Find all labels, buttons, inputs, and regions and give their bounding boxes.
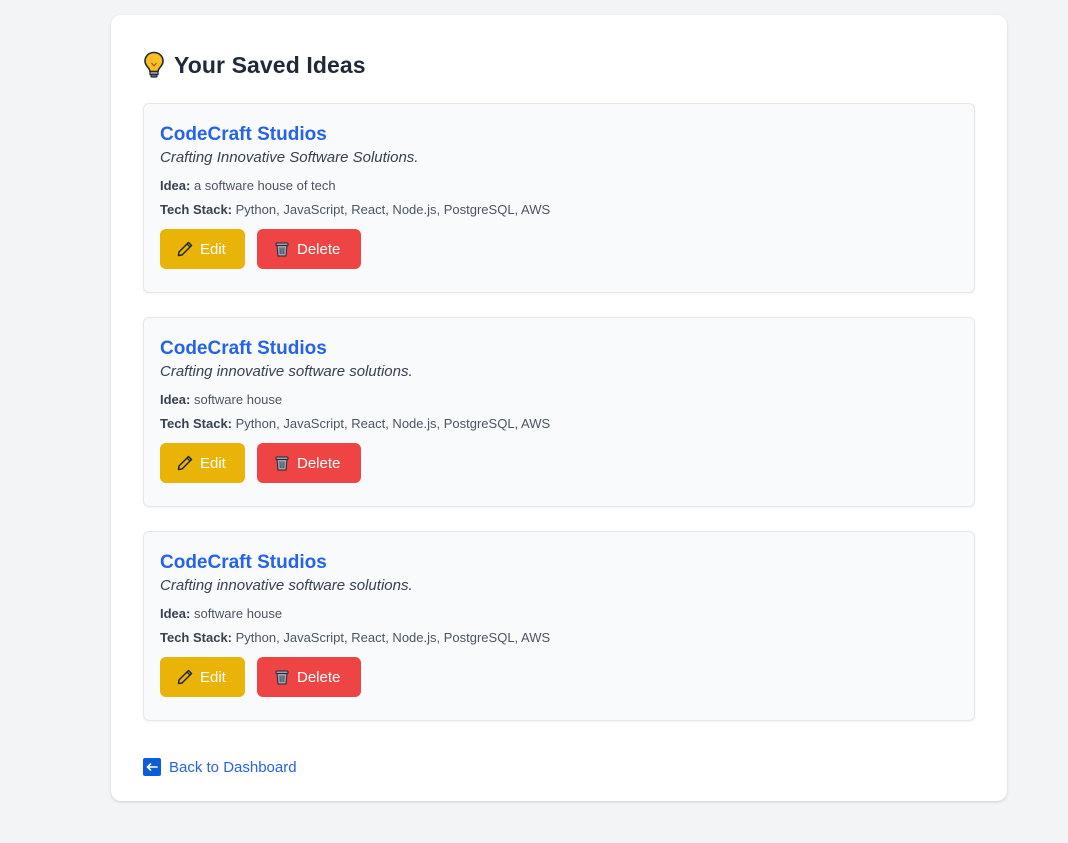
card-actions: Edit Delete <box>160 229 958 269</box>
edit-button-label: Edit <box>200 454 226 472</box>
idea-title: CodeCraft Studios <box>160 124 327 145</box>
idea-value: software house <box>193 606 283 621</box>
idea-title: CodeCraft Studios <box>160 552 327 573</box>
trash-icon <box>275 456 289 471</box>
left-arrow-icon <box>143 758 161 776</box>
pencil-icon <box>177 455 193 471</box>
back-to-dashboard-link[interactable]: Back to Dashboard <box>143 758 297 776</box>
delete-button-label: Delete <box>297 454 341 472</box>
page-title: Your Saved Ideas <box>174 51 366 78</box>
tech-stack-value: Python, JavaScript, React, Node.js, Post… <box>235 202 551 217</box>
edit-button-label: Edit <box>200 240 226 258</box>
trash-icon <box>275 242 289 257</box>
edit-button[interactable]: Edit <box>160 229 245 269</box>
card-actions: Edit Delete <box>160 443 958 483</box>
pencil-icon <box>177 669 193 685</box>
idea-detail: Idea: software house <box>160 391 958 409</box>
delete-button[interactable]: Delete <box>257 657 361 697</box>
idea-card: CodeCraft Studios Crafting innovative so… <box>143 317 975 507</box>
idea-tagline: Crafting innovative software solutions. <box>160 363 413 380</box>
delete-button-label: Delete <box>297 240 341 258</box>
tech-stack-detail: Tech Stack: Python, JavaScript, React, N… <box>160 629 958 647</box>
idea-detail: Idea: a software house of tech <box>160 177 958 195</box>
idea-value: software house <box>193 392 283 407</box>
saved-ideas-panel: Your Saved Ideas CodeCraft Studios Craft… <box>111 15 1007 801</box>
delete-button[interactable]: Delete <box>257 229 361 269</box>
tech-stack-value: Python, JavaScript, React, Node.js, Post… <box>235 416 551 431</box>
page-header: Your Saved Ideas <box>143 51 975 79</box>
edit-button[interactable]: Edit <box>160 657 245 697</box>
delete-button-label: Delete <box>297 668 341 686</box>
edit-button[interactable]: Edit <box>160 443 245 483</box>
idea-tagline: Crafting innovative software solutions. <box>160 577 413 594</box>
ideas-list: CodeCraft Studios Crafting Innovative So… <box>143 103 975 721</box>
idea-card: CodeCraft Studios Crafting innovative so… <box>143 531 975 721</box>
back-link-label: Back to Dashboard <box>169 758 297 776</box>
tech-stack-detail: Tech Stack: Python, JavaScript, React, N… <box>160 201 958 219</box>
tech-stack-detail: Tech Stack: Python, JavaScript, React, N… <box>160 415 958 433</box>
idea-title: CodeCraft Studios <box>160 338 327 359</box>
idea-value: a software house of tech <box>193 178 336 193</box>
card-actions: Edit Delete <box>160 657 958 697</box>
idea-label: Idea: <box>160 606 191 621</box>
idea-detail: Idea: software house <box>160 605 958 623</box>
pencil-icon <box>177 241 193 257</box>
delete-button[interactable]: Delete <box>257 443 361 483</box>
edit-button-label: Edit <box>200 668 226 686</box>
tech-stack-value: Python, JavaScript, React, Node.js, Post… <box>235 630 551 645</box>
idea-label: Idea: <box>160 392 191 407</box>
idea-label: Idea: <box>160 178 191 193</box>
idea-card: CodeCraft Studios Crafting Innovative So… <box>143 103 975 293</box>
trash-icon <box>275 670 289 685</box>
tech-stack-label: Tech Stack: <box>160 630 233 645</box>
tech-stack-label: Tech Stack: <box>160 202 233 217</box>
lightbulb-icon <box>143 51 165 79</box>
tech-stack-label: Tech Stack: <box>160 416 233 431</box>
idea-tagline: Crafting Innovative Software Solutions. <box>160 149 419 166</box>
